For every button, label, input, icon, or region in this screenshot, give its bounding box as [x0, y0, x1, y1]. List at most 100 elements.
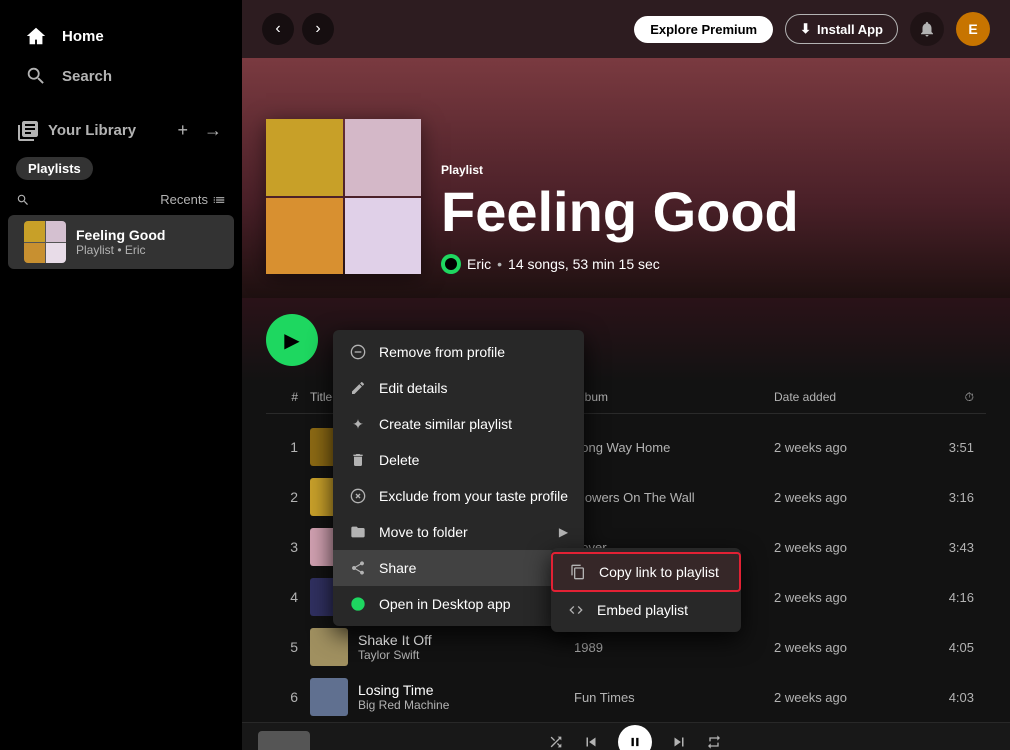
col-title-header: Title [310, 390, 574, 405]
track-name: Shake It Off [358, 632, 432, 648]
track-info: Lover Taylor Swift [310, 528, 574, 566]
next-icon [670, 733, 688, 750]
explore-premium-button[interactable]: Explore Premium [634, 16, 773, 43]
install-label: Install App [817, 22, 883, 37]
shuffle-icon [548, 734, 564, 750]
track-artist: Taylor Swift [358, 498, 419, 512]
repeat-button[interactable] [706, 734, 722, 750]
owner-icon [441, 254, 461, 274]
table-header: # Title Album Date added ⏱ [266, 382, 986, 414]
table-row[interactable]: 6 Losing Time Big Red Machine Fun Times … [266, 672, 986, 722]
recents-group[interactable]: Recents [160, 192, 226, 207]
table-row[interactable]: 3 Lover Taylor Swift Lover 2 weeks ago 3… [266, 522, 986, 572]
pause-button[interactable] [618, 725, 652, 750]
track-date: 2 weeks ago [774, 640, 914, 655]
track-name-col: Cruel Summer Taylor Swift [358, 582, 448, 612]
sidebar-item-search[interactable]: Search [12, 56, 230, 96]
playlists-filter-button[interactable]: Playlists [16, 157, 93, 180]
track-name: Cruel Summer [358, 582, 448, 598]
table-row[interactable]: 2 Anti-Hero Taylor Swift Flowers On The … [266, 472, 986, 522]
notifications-button[interactable] [910, 12, 944, 46]
track-duration: 3:16 [914, 490, 974, 505]
main-content: ‹ › Explore Premium ⬇ Install App E [242, 0, 1010, 750]
playlist-type-label: Playlist [441, 163, 986, 177]
hero-section: Playlist Feeling Good Eric • 14 songs, 5… [242, 58, 1010, 298]
playlists-filter: Playlists [0, 149, 242, 188]
table-row[interactable]: 1 Long Way Home 5 Seconds of Summer Long… [266, 422, 986, 472]
track-thumb [310, 528, 348, 566]
previous-button[interactable] [582, 733, 600, 750]
add-library-button[interactable]: + [173, 116, 192, 145]
thumb-cell-4 [46, 243, 67, 264]
playlist-item-feeling-good[interactable]: Feeling Good Playlist • Eric [8, 215, 234, 269]
next-button[interactable] [670, 733, 688, 750]
bell-icon [918, 20, 936, 38]
shuffle-button[interactable] [548, 734, 564, 750]
more-options-button[interactable]: • • • [338, 329, 380, 352]
track-album: Long Way Home [574, 440, 774, 455]
track-name-col: Lover Taylor Swift [358, 532, 419, 562]
track-name: Anti-Hero [358, 482, 419, 498]
track-thumb [310, 428, 348, 466]
col-album-header: Album [574, 390, 774, 405]
now-playing-thumb [258, 731, 310, 750]
track-info: Cruel Summer Taylor Swift [310, 578, 574, 616]
now-playing-info: - - [320, 743, 324, 750]
back-button[interactable]: ‹ [262, 13, 294, 45]
track-date: 2 weeks ago [774, 690, 914, 705]
library-icon [16, 119, 40, 143]
track-date: 2 weeks ago [774, 590, 914, 605]
cover-cell-2 [345, 119, 422, 196]
track-duration: 3:43 [914, 540, 974, 555]
previous-icon [582, 733, 600, 750]
track-album: Flowers On The Wall [574, 490, 774, 505]
library-search-left[interactable] [16, 193, 30, 207]
play-button[interactable]: ▶ [266, 314, 318, 366]
library-search-row: Recents [0, 188, 242, 215]
now-playing-name: - [320, 743, 324, 750]
playlist-title: Feeling Good [441, 183, 986, 242]
user-avatar-button[interactable]: E [956, 12, 990, 46]
library-title: Your Library [48, 122, 136, 139]
now-playing: - - [258, 731, 457, 750]
table-row[interactable]: 4 Cruel Summer Taylor Swift Lover 2 week… [266, 572, 986, 622]
search-icon [24, 64, 48, 88]
track-info: Shake It Off Taylor Swift [310, 628, 574, 666]
col-date-header: Date added [774, 390, 914, 405]
track-album: Fun Times [574, 690, 774, 705]
home-icon [24, 24, 48, 48]
track-artist: Taylor Swift [358, 548, 419, 562]
track-info: Anti-Hero Taylor Swift [310, 478, 574, 516]
detail-dot: • [497, 256, 502, 272]
install-app-button[interactable]: ⬇ Install App [785, 14, 898, 44]
playlist-name: Feeling Good [76, 227, 218, 243]
thumb-cell-1 [24, 221, 45, 242]
track-num: 6 [278, 689, 310, 705]
expand-library-button[interactable]: → [200, 116, 226, 145]
forward-button[interactable]: › [302, 13, 334, 45]
track-num: 1 [278, 439, 310, 455]
track-artist: Taylor Swift [358, 598, 448, 612]
track-duration: 4:16 [914, 590, 974, 605]
library-actions: + → [173, 116, 226, 145]
pause-icon [628, 735, 642, 749]
player-center: --:-- --:-- [457, 725, 814, 750]
track-album: 1989 [574, 640, 774, 655]
hero-info: Playlist Feeling Good Eric • 14 songs, 5… [441, 163, 986, 274]
track-artist: Big Red Machine [358, 698, 449, 712]
sidebar-item-home[interactable]: Home [12, 16, 230, 56]
track-date: 2 weeks ago [774, 490, 914, 505]
track-num: 3 [278, 539, 310, 555]
table-row[interactable]: 5 Shake It Off Taylor Swift 1989 2 weeks… [266, 622, 986, 672]
playlist-cover [266, 119, 421, 274]
repeat-icon [706, 734, 722, 750]
sidebar: Home Search Your Library + → [0, 0, 242, 750]
track-info: Losing Time Big Red Machine [310, 678, 574, 716]
controls-row: ▶ • • • [242, 298, 1010, 382]
owner-name: Eric [467, 256, 491, 272]
track-name-col: Losing Time Big Red Machine [358, 682, 449, 712]
search-small-icon [16, 193, 30, 207]
sidebar-navigation: Home Search [0, 8, 242, 104]
track-num: 4 [278, 589, 310, 605]
playlist-thumbnail [24, 221, 66, 263]
